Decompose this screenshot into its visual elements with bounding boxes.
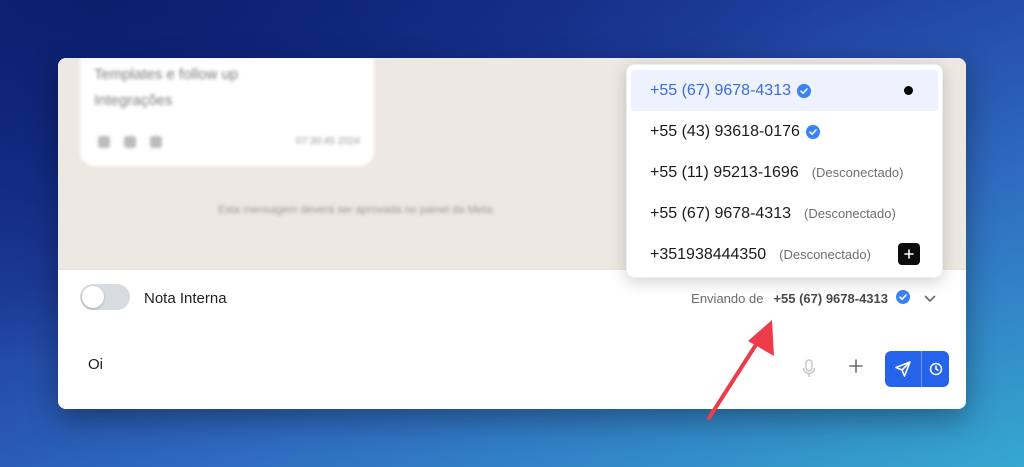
message-line: Integrações [94,92,173,109]
option-status: (Desconectado) [779,247,871,262]
nota-interna-toggle[interactable] [80,284,130,310]
reply-icon [98,136,110,148]
verified-badge-icon [797,83,811,98]
message-composer [58,329,966,409]
copy-icon [124,136,136,148]
delete-icon [150,136,162,148]
selected-indicator-icon [904,86,913,95]
toggle-knob [82,286,104,308]
option-number: +55 (67) 9678-4313 [650,81,791,99]
sending-from-label: Enviando de [691,291,764,306]
sender-number-dropdown: +55 (67) 9678-4313 +55 (43) 93618-0176 +… [626,64,943,278]
option-status: (Desconectado) [811,165,904,180]
option-number: +351938444350 [650,245,767,263]
option-number: +55 (67) 9678-4313 [650,204,791,222]
message-bubble: Templates e follow up Integrações 07:30:… [80,58,374,166]
add-attachment-icon[interactable] [848,358,864,379]
message-input[interactable] [88,352,738,376]
dropdown-option[interactable]: +55 (67) 9678-4313 (Desconectado) [631,193,938,234]
dropdown-option[interactable]: +351938444350 (Desconectado) [631,234,938,275]
microphone-icon[interactable] [802,359,816,384]
dropdown-option[interactable]: +55 (43) 93618-0176 [631,111,938,152]
dropdown-option[interactable]: +55 (11) 95213-1696 (Desconectado) [631,152,938,193]
schedule-button[interactable] [922,351,949,387]
clock-icon [929,362,942,376]
dropdown-option[interactable]: +55 (67) 9678-4313 [631,70,938,111]
composer-toolbar: Nota Interna Enviando de +55 (67) 9678-4… [58,269,966,330]
plus-icon [904,249,914,259]
nota-interna-label: Nota Interna [144,290,227,307]
send-icon [895,361,911,377]
option-number: +55 (43) 93618-0176 [650,122,800,140]
system-message: Esta mensagem deverá ser aprovada no pai… [218,204,495,216]
send-button-group [885,351,949,387]
add-number-button[interactable] [898,243,920,265]
chevron-down-icon [924,291,936,306]
message-actions [98,136,162,148]
verified-badge-icon [805,124,820,139]
sending-number: +55 (67) 9678-4313 [773,291,888,306]
message-timestamp: 07:30:45 2024 [296,136,360,147]
sender-selector[interactable]: Enviando de +55 (67) 9678-4313 [691,290,936,307]
option-number: +55 (11) 95213-1696 [650,163,799,181]
verified-badge-icon [896,290,910,307]
send-button[interactable] [885,351,921,387]
option-status: (Desconectado) [804,206,896,221]
message-line: Templates e follow up [94,66,239,83]
